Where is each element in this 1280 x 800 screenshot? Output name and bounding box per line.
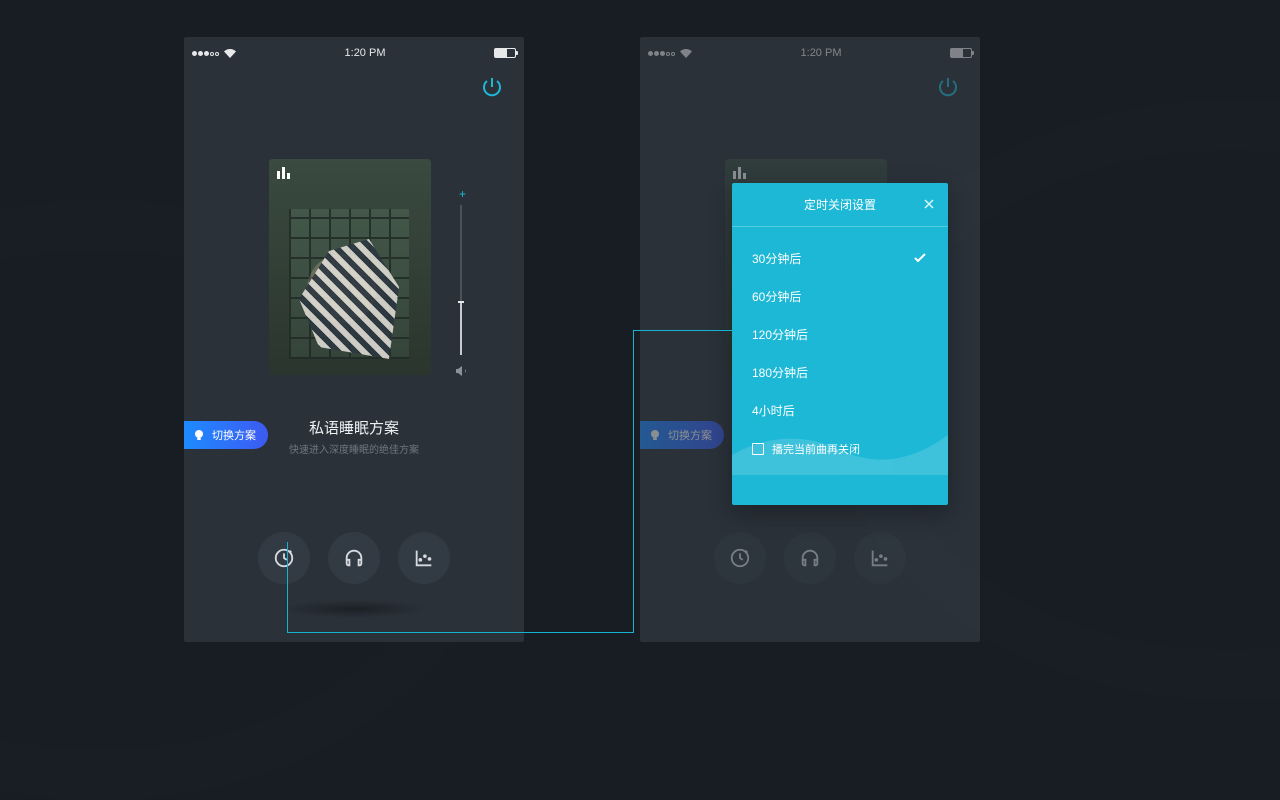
- wifi-icon: [224, 49, 236, 58]
- shadow: [279, 600, 429, 618]
- timer-option-label: 60分钟后: [752, 288, 801, 305]
- signal-dots-icon: [648, 47, 676, 59]
- album-artwork: [269, 159, 431, 375]
- timer-option-30min[interactable]: 30分钟后: [752, 239, 928, 277]
- status-time: 1:20 PM: [345, 47, 386, 59]
- modal-footer-label: 播完当前曲再关闭: [772, 441, 860, 457]
- headphones-button[interactable]: [328, 532, 380, 584]
- modal-footer-option[interactable]: 播完当前曲再关闭: [732, 437, 948, 471]
- switch-plan-label: 切换方案: [668, 427, 712, 443]
- lightbulb-icon: [648, 428, 662, 442]
- timer-option-60min[interactable]: 60分钟后: [752, 277, 928, 315]
- status-time: 1:20 PM: [801, 47, 842, 59]
- bottom-controls: [640, 532, 980, 584]
- timer-button[interactable]: [714, 532, 766, 584]
- checkbox-icon: [752, 443, 764, 455]
- battery-icon: [950, 48, 972, 58]
- track-title: 私语睡眠方案: [184, 417, 524, 438]
- timer-option-label: 180分钟后: [752, 364, 808, 381]
- chart-button[interactable]: [398, 532, 450, 584]
- timer-option-label: 4小时后: [752, 402, 795, 419]
- check-icon: [912, 250, 928, 266]
- volume-slider[interactable]: [460, 205, 462, 355]
- track-subtitle: 快速进入深度睡眠的绝佳方案: [184, 441, 524, 456]
- connector-line: [633, 330, 634, 633]
- modal-header: 定时关闭设置: [732, 183, 948, 227]
- signal-dots-icon: [192, 47, 220, 59]
- timer-option-180min[interactable]: 180分钟后: [752, 353, 928, 391]
- bottom-controls: [184, 532, 524, 584]
- timer-option-4hr[interactable]: 4小时后: [752, 391, 928, 429]
- battery-icon: [494, 48, 516, 58]
- timer-option-label: 120分钟后: [752, 326, 808, 343]
- power-button[interactable]: [480, 75, 504, 99]
- chart-button[interactable]: [854, 532, 906, 584]
- speaker-icon: [454, 363, 470, 379]
- power-button[interactable]: [936, 75, 960, 99]
- wifi-icon: [680, 49, 692, 58]
- switch-plan-button[interactable]: 切换方案: [640, 421, 724, 449]
- timer-option-120min[interactable]: 120分钟后: [752, 315, 928, 353]
- volume-plus-icon: +: [459, 187, 466, 201]
- timer-option-label: 30分钟后: [752, 250, 801, 267]
- headphones-button[interactable]: [784, 532, 836, 584]
- modal-title: 定时关闭设置: [804, 196, 876, 213]
- phone-screen-player: 1:20 PM + 切换方案 私语睡眠方案 快速进入深度睡眠的绝佳方案: [184, 37, 524, 642]
- status-bar: 1:20 PM: [640, 43, 980, 63]
- modal-close-button[interactable]: [922, 197, 936, 211]
- equalizer-icon: [733, 167, 746, 179]
- timer-settings-modal: 定时关闭设置 30分钟后 60分钟后 120分钟后 180分钟后 4小时后 播完…: [732, 183, 948, 505]
- modal-options-list: 30分钟后 60分钟后 120分钟后 180分钟后 4小时后: [732, 227, 948, 437]
- timer-button[interactable]: [258, 532, 310, 584]
- status-bar: 1:20 PM: [184, 43, 524, 63]
- equalizer-icon: [277, 167, 290, 179]
